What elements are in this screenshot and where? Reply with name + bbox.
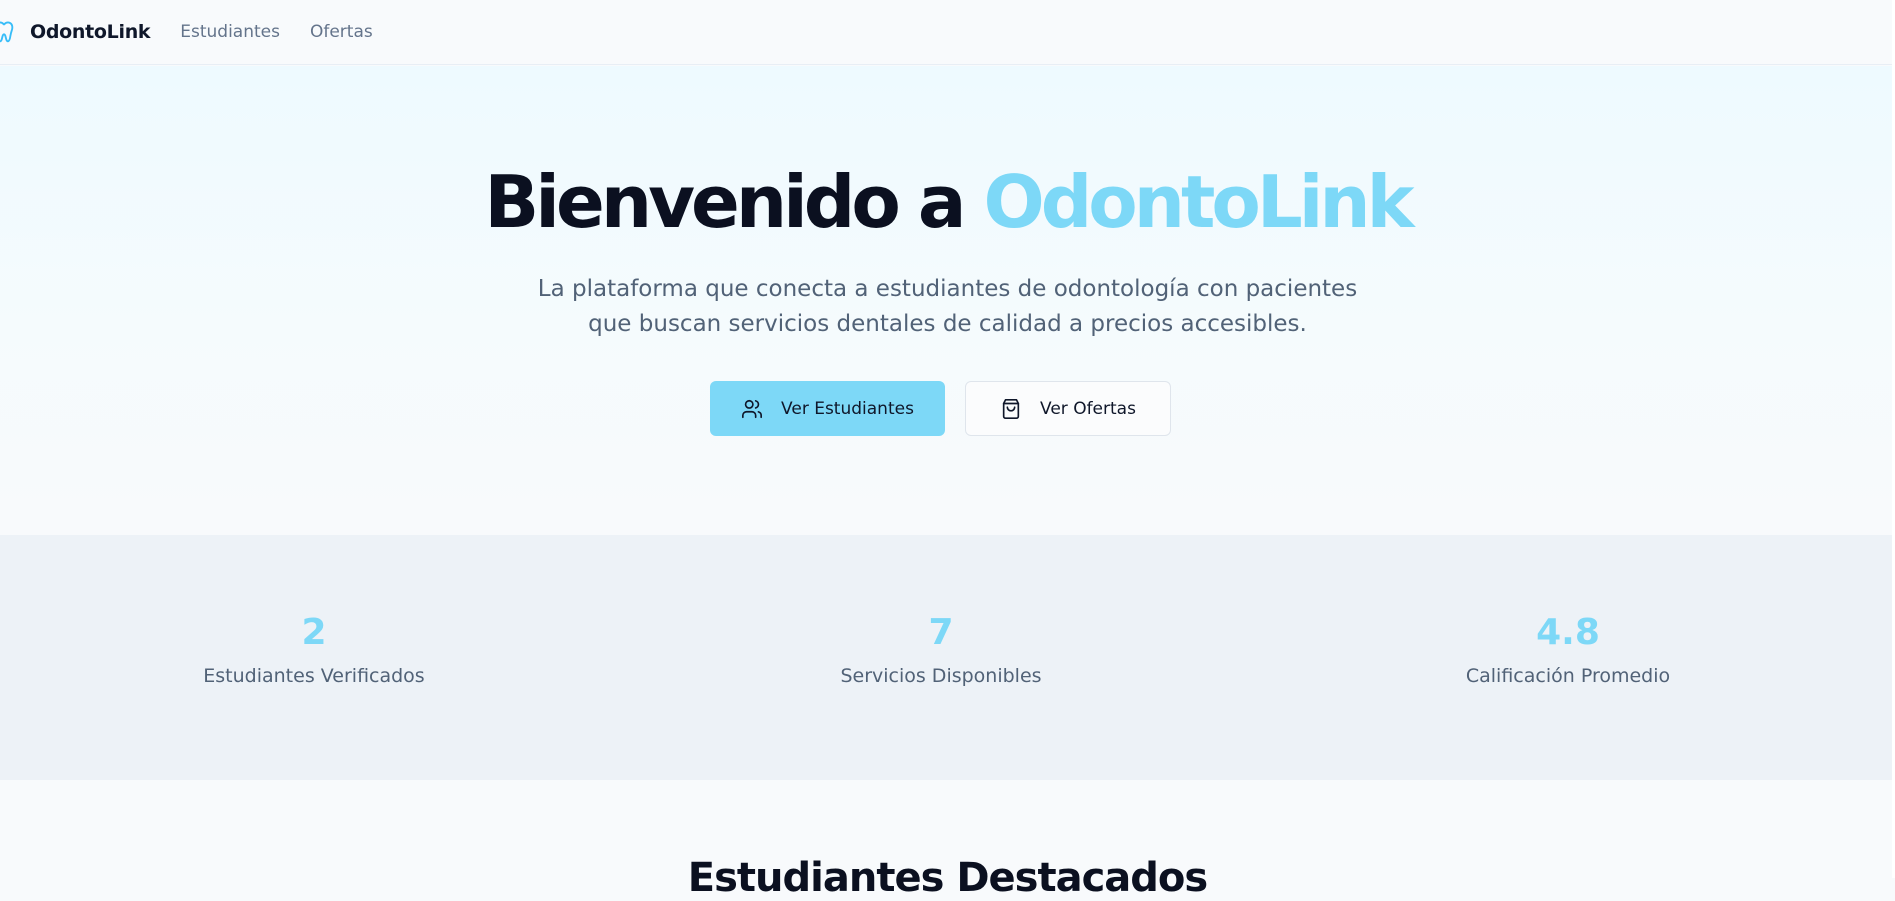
brand-name: OdontoLink: [30, 21, 151, 43]
brand-link[interactable]: OdontoLink: [0, 18, 151, 46]
tooth-icon: [0, 18, 18, 46]
stat-label: Estudiantes Verificados: [203, 665, 425, 687]
view-offers-label: Ver Ofertas: [1040, 398, 1136, 419]
hero-title: Bienvenido a OdontoLink: [0, 166, 1895, 238]
nav-link-ofertas[interactable]: Ofertas: [310, 22, 373, 42]
stat-average-rating: 4.8 Calificación Promedio: [1358, 612, 1778, 688]
nav-link-estudiantes[interactable]: Estudiantes: [180, 22, 280, 42]
hero-title-text: Bienvenido a: [484, 160, 984, 244]
hero-title-brand: OdontoLink: [983, 160, 1415, 244]
stat-available-services: 7 Servicios Disponibles: [731, 612, 1151, 688]
stat-label: Servicios Disponibles: [840, 665, 1042, 687]
shopping-bag-icon: [1002, 398, 1020, 419]
stat-verified-students: 2 Estudiantes Verificados: [104, 612, 524, 688]
featured-title: Estudiantes Destacados: [687, 855, 1208, 901]
view-students-button[interactable]: Ver Estudiantes: [710, 381, 945, 436]
view-offers-button[interactable]: Ver Ofertas: [965, 381, 1171, 436]
stats-section: 2 Estudiantes Verificados 7 Servicios Di…: [0, 535, 1895, 780]
stat-value: 4.8: [1536, 612, 1600, 653]
view-students-label: Ver Estudiantes: [781, 398, 914, 419]
stat-value: 7: [928, 612, 954, 653]
users-icon: [742, 399, 763, 418]
hero-subtitle: La plataforma que conecta a estudiantes …: [537, 276, 1358, 337]
stat-label: Calificación Promedio: [1465, 665, 1671, 687]
navbar: OdontoLink Estudiantes Ofertas: [0, 0, 1895, 65]
stat-value: 2: [301, 612, 327, 653]
hero-section: Bienvenido a OdontoLink La plataforma qu…: [0, 66, 1895, 536]
